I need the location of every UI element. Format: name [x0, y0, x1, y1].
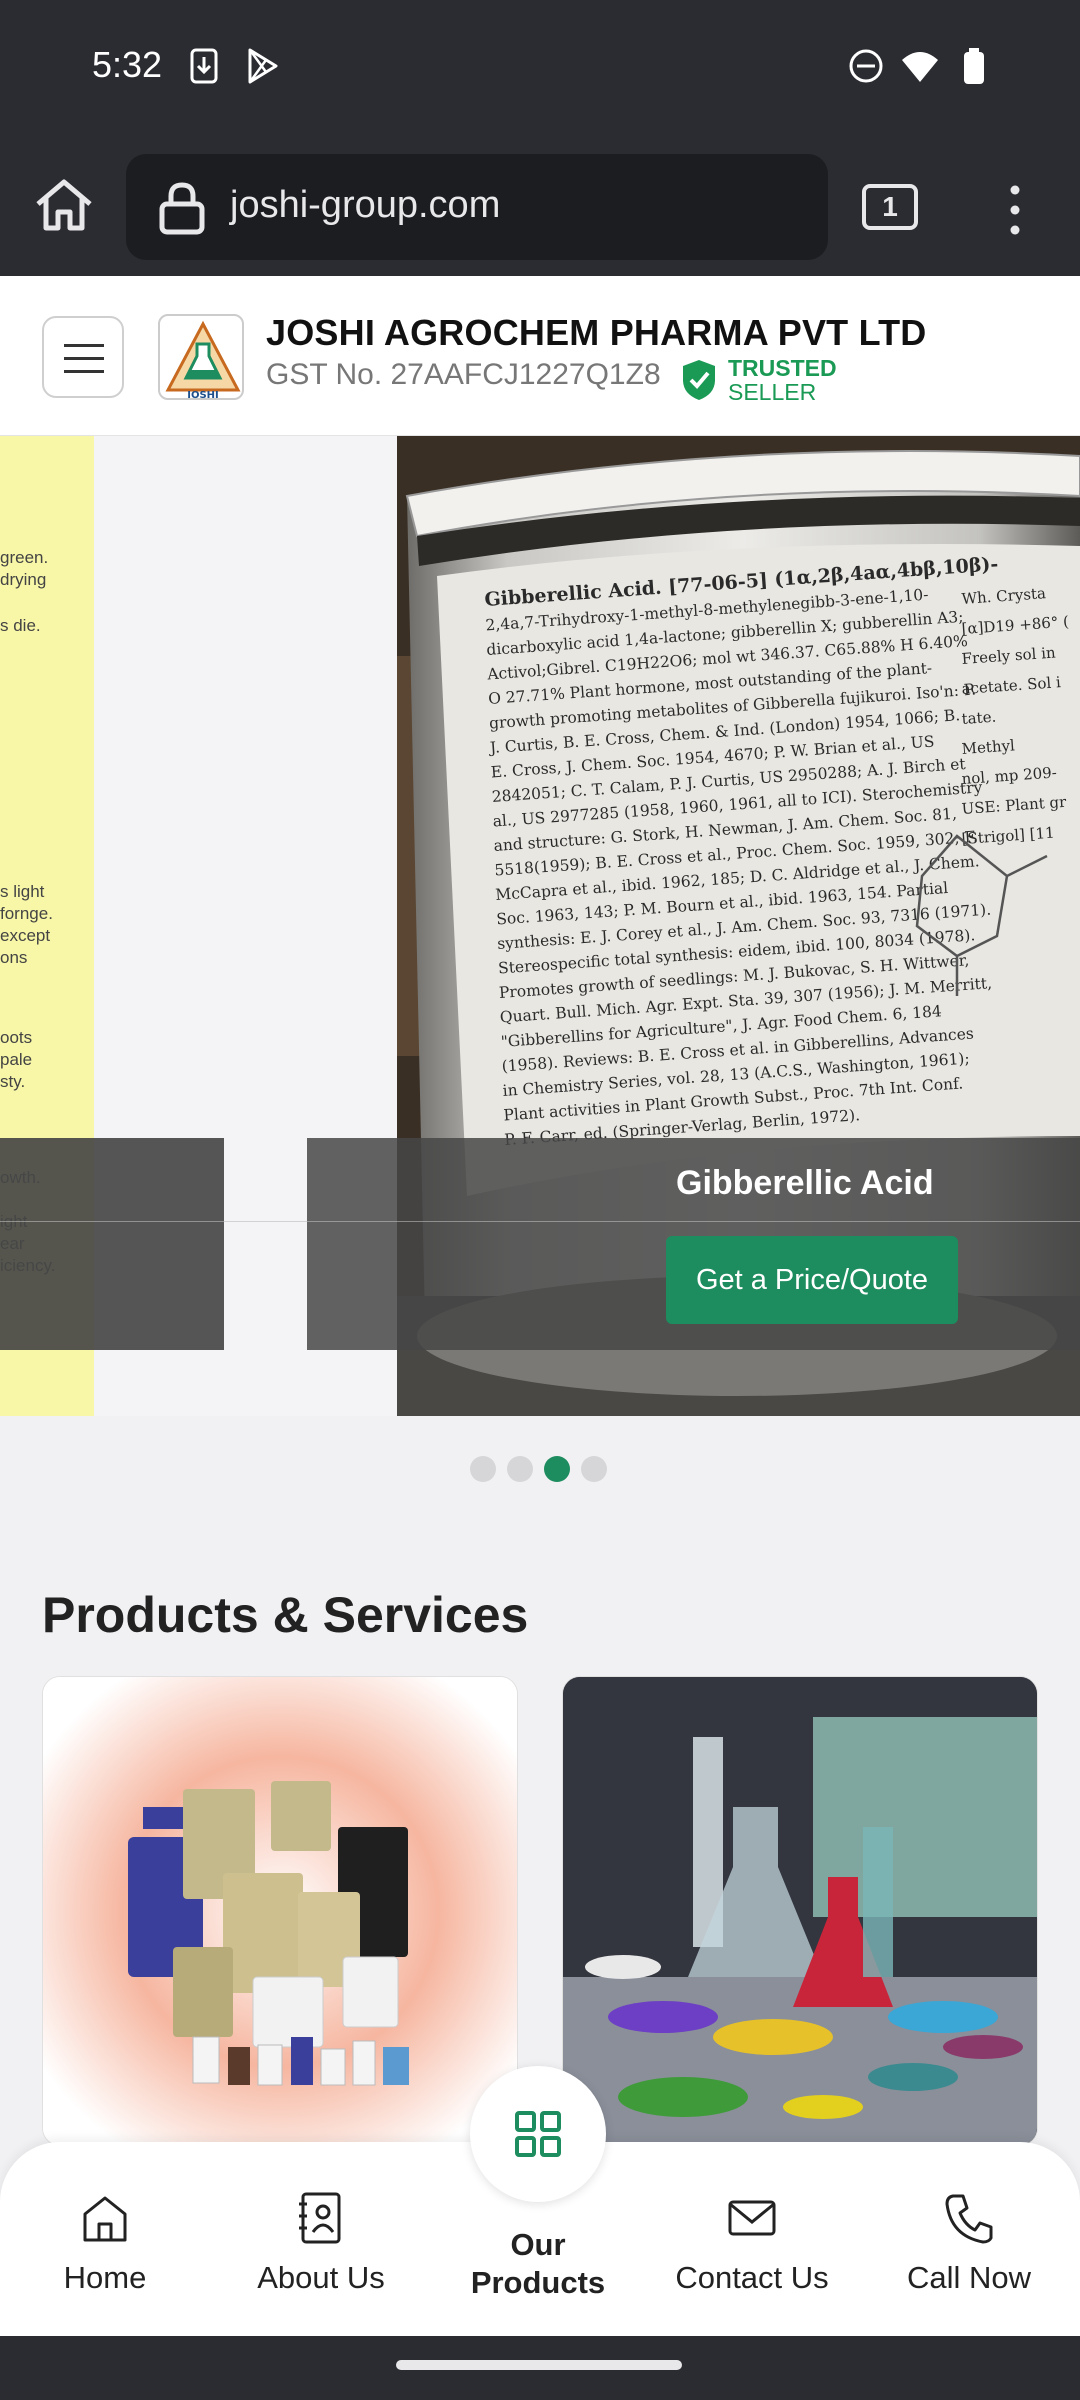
envelope-icon: [728, 2200, 776, 2236]
nav-products-label-1: Our: [510, 2227, 566, 2262]
carousel-pagination: [470, 1456, 610, 1484]
previous-slide-text: oots: [0, 1028, 33, 1047]
home-icon: [83, 2196, 127, 2242]
previous-slide-text: fornge.: [0, 904, 53, 923]
hero-carousel[interactable]: green. drying s die. s light fornge. except on…: [0, 436, 1080, 1416]
section-title: Products & Services: [42, 1587, 529, 1643]
caption-divider: [0, 1221, 1080, 1222]
address-bar[interactable]: joshi-group.com: [126, 154, 828, 260]
shield-check-icon: [683, 360, 715, 400]
site-header: JOSHI JOSHI AGROCHEM PHARMA PVT LTD GST …: [0, 276, 1080, 436]
address-book-icon: [299, 2192, 341, 2244]
nav-our-products[interactable]: Our Products: [438, 2226, 638, 2302]
get-price-quote-button[interactable]: Get a Price/Quote: [666, 1236, 958, 1324]
company-logo[interactable]: JOSHI: [158, 314, 244, 400]
play-store-icon: [248, 48, 278, 84]
lock-icon: [159, 182, 205, 235]
status-time: 5:32: [92, 44, 163, 85]
logo-text: JOSHI: [186, 390, 219, 400]
slide-title: Gibberellic Acid: [676, 1164, 934, 1202]
nav-contact-label: Contact Us: [675, 2260, 829, 2295]
browser-toolbar: joshi-group.com 1: [0, 140, 1080, 276]
system-navigation-bar: [0, 2336, 1080, 2400]
wifi-icon: [902, 52, 938, 82]
hamburger-menu-button[interactable]: [42, 316, 124, 398]
previous-slide-text: sty.: [0, 1072, 26, 1091]
product-card[interactable]: [562, 1676, 1038, 2146]
dnd-icon: [849, 49, 883, 83]
nav-home[interactable]: Home: [5, 2142, 205, 2336]
our-products-fab[interactable]: [470, 2066, 606, 2202]
previous-slide-text: s die.: [0, 616, 41, 635]
product-card[interactable]: [42, 1676, 518, 2146]
nav-about-label: About Us: [257, 2260, 385, 2295]
previous-slide-text: green.: [0, 548, 49, 567]
previous-slide-text: s light: [0, 882, 45, 901]
logo-icon: JOSHI: [165, 320, 241, 400]
nav-about-us[interactable]: About Us: [221, 2142, 421, 2336]
label-side-text: Methyl: [961, 736, 1016, 758]
carousel-dot-active[interactable]: [544, 1456, 570, 1482]
nav-contact-us[interactable]: Contact Us: [652, 2142, 852, 2336]
carousel-dot[interactable]: [470, 1456, 496, 1482]
tab-switcher-button[interactable]: 1: [862, 184, 918, 230]
browser-home-icon[interactable]: [28, 170, 100, 242]
nav-home-label: Home: [63, 2260, 147, 2295]
download-icon: [190, 48, 218, 84]
trusted-label: TRUSTED: [728, 355, 837, 381]
company-name: JOSHI AGROCHEM PHARMA PVT LTD: [266, 312, 927, 353]
grid-icon: [515, 2111, 561, 2157]
nav-call-label: Call Now: [906, 2260, 1032, 2295]
lab-glassware-image: [563, 1677, 1037, 2145]
url-text: joshi-group.com: [230, 184, 501, 226]
previous-slide-text: ons: [0, 948, 28, 967]
battery-icon: [964, 48, 984, 84]
chemical-drums-image: [43, 1677, 517, 2145]
gst-number: GST No. 27AAFCJ1227Q1Z8: [266, 358, 661, 391]
seller-label: SELLER: [728, 379, 817, 405]
label-side-text: tate.: [961, 708, 997, 728]
phone-icon: [945, 2194, 993, 2244]
trusted-seller-badge: TRUSTED SELLER: [680, 356, 850, 406]
home-gesture-handle[interactable]: [396, 2360, 682, 2370]
previous-slide-text: except: [0, 926, 51, 945]
carousel-dot[interactable]: [581, 1456, 607, 1482]
carousel-dot[interactable]: [507, 1456, 533, 1482]
previous-slide-text: drying: [0, 570, 47, 589]
nav-products-label-2: Products: [470, 2265, 606, 2300]
nav-call-now[interactable]: Call Now: [869, 2142, 1069, 2336]
status-bar: 5:32: [0, 0, 1080, 140]
previous-slide-caption: [0, 1138, 224, 1350]
previous-slide-text: pale: [0, 1050, 33, 1069]
more-menu-icon[interactable]: [1000, 180, 1030, 240]
